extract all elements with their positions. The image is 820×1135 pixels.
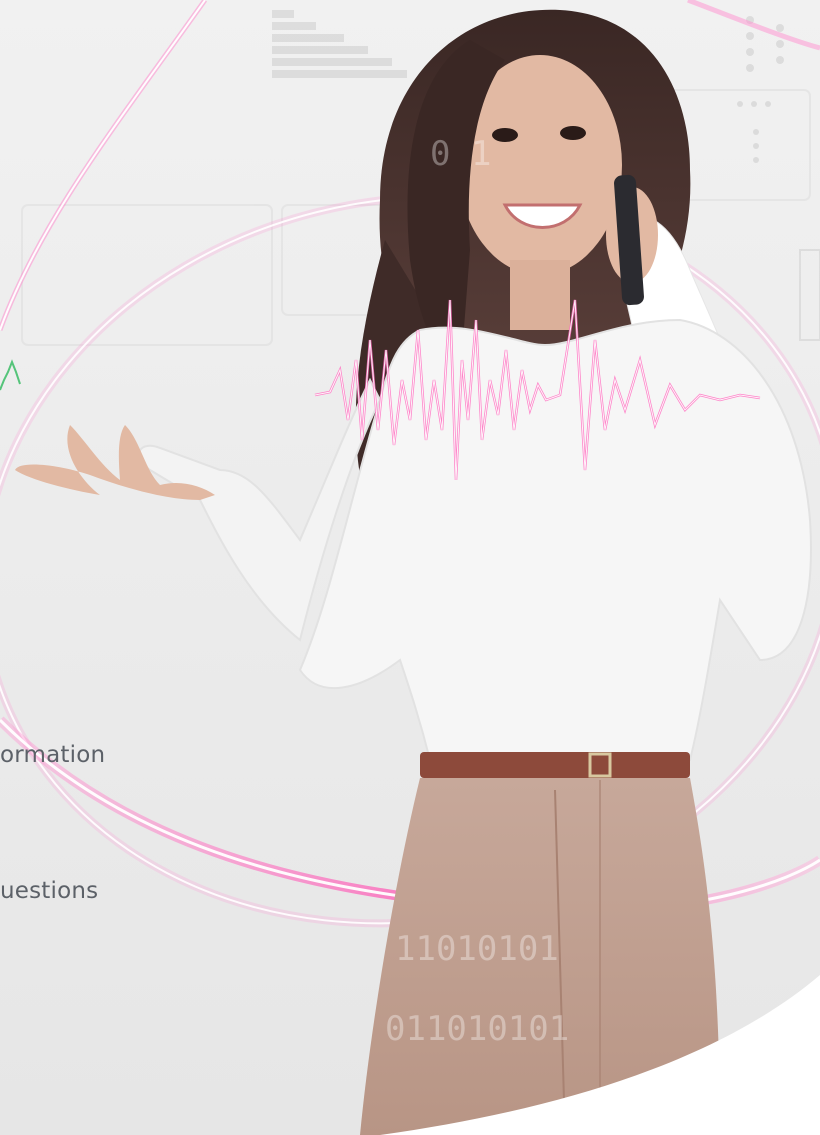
svg-text:0 1: 0 1 — [430, 134, 491, 174]
svg-text:11010101: 11010101 — [395, 929, 559, 969]
menu-item-label: uestions — [0, 878, 99, 904]
green-graph-icon — [0, 359, 21, 391]
landing-page: 11010101 011010101 0 1 ormation uestions — [0, 0, 820, 1135]
menu-item-information[interactable]: ormation — [0, 742, 105, 768]
background-decoration: 11010101 011010101 0 1 — [0, 0, 820, 1135]
bar-meter-icon — [272, 10, 407, 78]
menu-item-questions[interactable]: uestions — [0, 878, 98, 904]
svg-text:011010101: 011010101 — [385, 1009, 569, 1049]
menu-item-label: ormation — [0, 742, 106, 768]
